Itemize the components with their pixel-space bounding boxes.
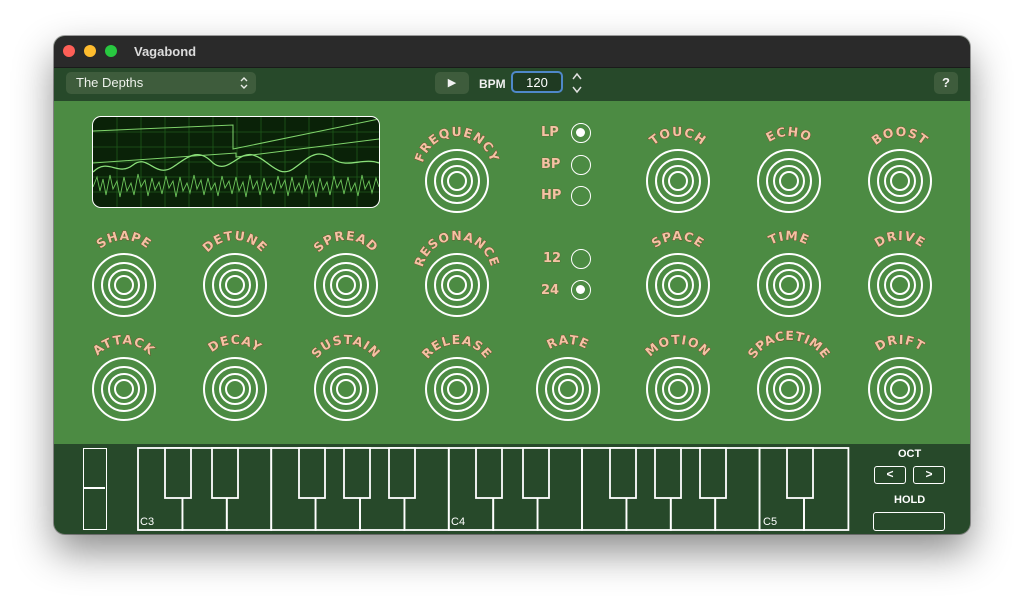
svg-text:DECAY: DECAY	[205, 332, 265, 355]
touch-label: TOUCH	[646, 124, 709, 149]
octave-up-button[interactable]: >	[913, 466, 945, 484]
key-label-c4: C4	[451, 516, 466, 528]
zoom-window-button[interactable]	[105, 45, 117, 57]
filter-lp-label: LP	[541, 125, 559, 140]
svg-text:RATE: RATE	[544, 332, 591, 352]
octave-label: OCT	[898, 448, 922, 460]
octave-down-button[interactable]: <	[874, 466, 906, 484]
svg-text:SPREAD: SPREAD	[310, 228, 381, 255]
rate-knob[interactable]: RATE	[535, 331, 601, 425]
help-label: ?	[942, 75, 950, 90]
detune-label: DETUNE	[199, 227, 270, 255]
key-label-c3: C3	[140, 516, 155, 528]
spread-label: SPREAD	[310, 227, 381, 255]
echo-label: ECHO	[763, 123, 814, 145]
filter-bp-radio[interactable]	[571, 155, 591, 175]
play-button[interactable]: ▶	[435, 72, 469, 94]
drive-label: DRIVE	[871, 228, 928, 251]
rate-label: RATE	[544, 331, 591, 352]
spread-knob[interactable]: SPREAD	[310, 227, 381, 321]
detune-knob[interactable]: DETUNE	[199, 227, 271, 321]
help-button[interactable]: ?	[934, 72, 958, 94]
hold-label: HOLD	[894, 494, 926, 506]
svg-text:BOOST: BOOST	[869, 124, 932, 148]
chevron-updown-icon	[240, 72, 248, 103]
slope-24-radio[interactable]	[571, 280, 591, 300]
key-label-c5: C5	[763, 516, 778, 528]
svg-text:TIME: TIME	[766, 228, 812, 248]
stepper-arrows-icon	[572, 72, 582, 94]
touch-knob[interactable]: TOUCH	[645, 124, 711, 217]
boost-knob[interactable]: BOOST	[867, 124, 933, 217]
svg-text:ATTACK: ATTACK	[90, 332, 159, 358]
bpm-stepper[interactable]	[569, 70, 585, 96]
resonance-knob[interactable]: RESONANCE	[411, 228, 502, 321]
svg-text:MOTION: MOTION	[642, 332, 714, 359]
octave-up-label: >	[925, 467, 933, 481]
space-knob[interactable]: SPACE	[645, 228, 711, 321]
filter-lp-radio[interactable]	[571, 123, 591, 143]
sustain-label: SUSTAIN	[308, 332, 383, 362]
svg-text:DRIFT: DRIFT	[872, 332, 928, 354]
minimize-window-button[interactable]	[84, 45, 96, 57]
svg-text:TOUCH: TOUCH	[646, 124, 709, 148]
sustain-knob[interactable]: SUSTAIN	[308, 332, 383, 425]
bpm-label: BPM	[479, 77, 506, 91]
slope-12-radio[interactable]	[571, 249, 591, 269]
filter-hp-radio[interactable]	[571, 186, 591, 206]
release-knob[interactable]: RELEASE	[418, 332, 495, 425]
window-title: Vagabond	[134, 44, 197, 59]
spacetime-knob[interactable]: SPACETIME	[744, 328, 833, 425]
drift-label: DRIFT	[872, 332, 927, 355]
svg-text:DETUNE: DETUNE	[199, 228, 271, 255]
svg-text:DRIVE: DRIVE	[872, 228, 929, 250]
hold-button[interactable]	[873, 512, 945, 531]
drift-knob[interactable]: DRIFT	[867, 332, 933, 425]
svg-text:ECHO: ECHO	[763, 124, 814, 145]
play-icon: ▶	[447, 77, 457, 89]
toolbar: The Depths ▶ BPM ?	[54, 68, 970, 101]
decay-knob[interactable]: DECAY	[202, 332, 268, 425]
bpm-input[interactable]	[511, 71, 563, 93]
attack-label: ATTACK	[89, 331, 158, 358]
decay-label: DECAY	[205, 332, 264, 356]
attack-knob[interactable]: ATTACK	[89, 331, 159, 425]
boost-label: BOOST	[868, 124, 930, 149]
echo-knob[interactable]: ECHO	[756, 123, 822, 217]
shape-knob[interactable]: SHAPE	[91, 228, 157, 321]
motion-label: MOTION	[642, 332, 713, 360]
svg-text:SPACE: SPACE	[649, 228, 708, 251]
preset-name: The Depths	[76, 75, 144, 90]
svg-text:SHAPE: SHAPE	[93, 228, 154, 252]
slope-12-label: 12	[543, 251, 562, 266]
title-bar: Vagabond	[54, 36, 970, 68]
drive-knob[interactable]: DRIVE	[867, 228, 933, 321]
motion-knob[interactable]: MOTION	[642, 332, 714, 425]
filter-hp-label: HP	[541, 188, 562, 203]
time-knob[interactable]: TIME	[756, 227, 822, 321]
shape-label: SHAPE	[93, 228, 154, 252]
octave-down-label: <	[886, 467, 894, 481]
filter-bp-label: BP	[541, 157, 561, 172]
keyboard-zone: C3 C4 C5 OCT < > HOLD	[54, 444, 970, 534]
svg-text:SUSTAIN: SUSTAIN	[308, 332, 384, 361]
preset-select[interactable]: The Depths	[66, 72, 256, 94]
close-window-button[interactable]	[63, 45, 75, 57]
slope-24-label: 24	[541, 283, 560, 298]
time-label: TIME	[766, 227, 812, 248]
frequency-knob[interactable]: FREQUENCY	[411, 124, 502, 217]
waveform-display	[92, 116, 380, 208]
app-window: Vagabond The Depths ▶ BPM ?	[54, 36, 970, 534]
space-label: SPACE	[648, 228, 706, 251]
